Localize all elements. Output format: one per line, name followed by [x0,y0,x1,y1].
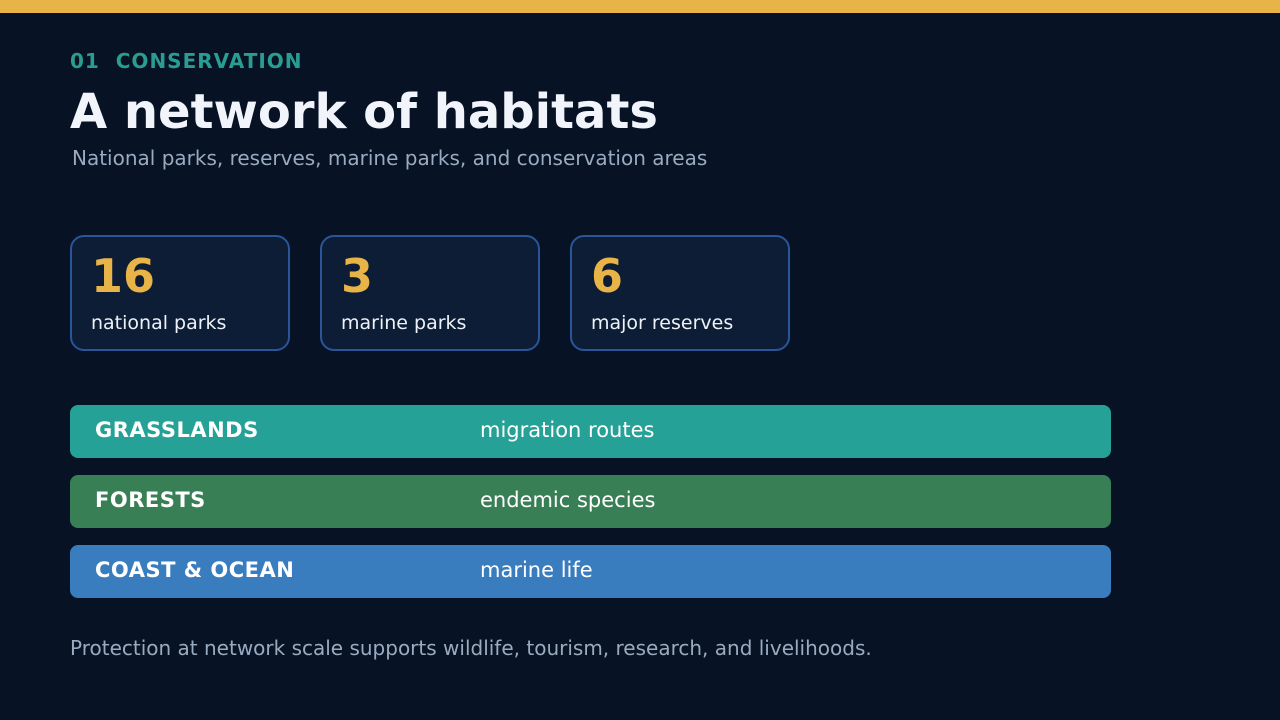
footer-note: Protection at network scale supports wil… [70,636,872,660]
stat-label: national parks [91,312,227,334]
habitat-band-coast-ocean: COAST & OCEAN marine life [70,545,1111,598]
stat-label: marine parks [341,312,467,334]
habitat-name: COAST & OCEAN [95,558,295,582]
slide: 01 CONSERVATION A network of habitats Na… [0,0,1280,720]
habitat-name: GRASSLANDS [95,418,259,442]
stat-value: 6 [591,249,624,303]
stats-row: 16 national parks 3 marine parks 6 major… [70,235,790,351]
habitat-description: migration routes [480,418,655,442]
stat-card-marine-parks: 3 marine parks [320,235,540,351]
stat-card-national-parks: 16 national parks [70,235,290,351]
stat-value: 3 [341,249,374,303]
habitat-description: marine life [480,558,593,582]
section-eyebrow: 01 CONSERVATION [70,49,303,73]
habitat-band-grasslands: GRASSLANDS migration routes [70,405,1111,458]
slide-subtitle: National parks, reserves, marine parks, … [72,146,708,170]
habitat-description: endemic species [480,488,656,512]
stat-value: 16 [91,249,156,303]
habitat-name: FORESTS [95,488,206,512]
habitat-band-forests: FORESTS endemic species [70,475,1111,528]
slide-title: A network of habitats [70,84,658,140]
stat-card-major-reserves: 6 major reserves [570,235,790,351]
accent-top-bar [0,0,1280,13]
habitat-bands: GRASSLANDS migration routes FORESTS ende… [70,405,1111,615]
stat-label: major reserves [591,312,734,334]
